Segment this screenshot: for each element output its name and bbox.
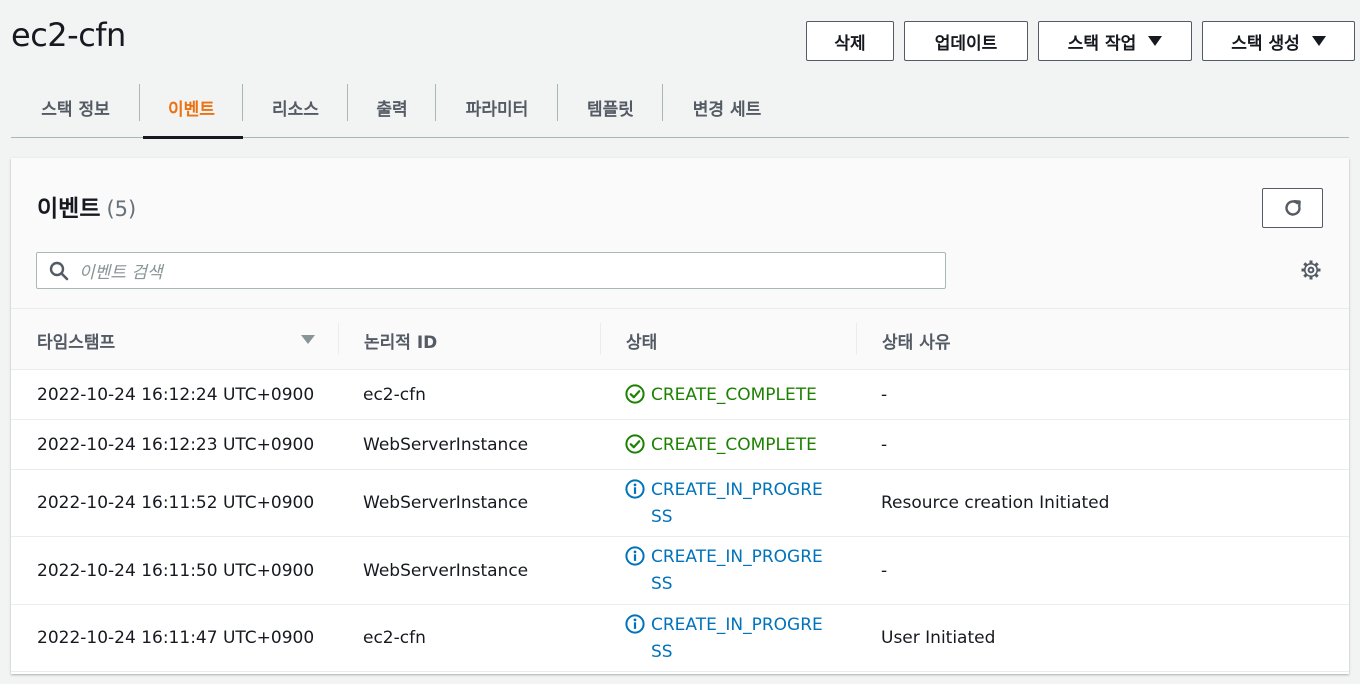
cell-timestamp: 2022-10-24 16:11:47 UTC+0900 (37, 628, 315, 648)
cell-logical-id: WebServerInstance (363, 493, 529, 513)
sort-descending-icon[interactable] (301, 335, 315, 344)
tab-events[interactable]: 이벤트 (140, 76, 243, 139)
status-text: CREATE_IN_PROGRESS (651, 480, 823, 527)
tab-template[interactable]: 템플릿 (558, 76, 663, 138)
tab-change-sets[interactable]: 변경 세트 (663, 76, 791, 138)
info-status-icon (625, 546, 645, 566)
cell-logical-id: ec2-cfn (363, 628, 426, 648)
status-text: CREATE_IN_PROGRESS (651, 547, 823, 594)
header-actions: 삭제 업데이트 스택 작업 스택 생성 (806, 21, 1355, 61)
tab-label: 변경 세트 (692, 99, 762, 120)
preferences-gear-icon[interactable] (1299, 258, 1323, 282)
search-icon (49, 261, 69, 280)
tab-bar: 스택 정보 이벤트 리소스 출력 파라미터 템플릿 변경 세트 (11, 76, 1349, 139)
update-button[interactable]: 업데이트 (904, 21, 1028, 61)
cell-status-reason: - (881, 434, 888, 455)
events-count: (5) (106, 197, 137, 221)
events-table-header: 타임스탬프 논리적 ID 상태 상태 사유 (11, 308, 1349, 370)
cell-status-reason: Resource creation Initiated (881, 493, 1110, 513)
status-text: CREATE_IN_PROGRESS (651, 615, 823, 662)
cell-status: CREATE_COMPLETE (625, 382, 829, 409)
events-table-body: 2022-10-24 16:12:24 UTC+0900 ec2-cfn CRE… (11, 370, 1349, 672)
events-title-text: 이벤트 (37, 196, 101, 222)
success-check-icon (625, 384, 645, 404)
table-row: 2022-10-24 16:12:23 UTC+0900 WebServerIn… (11, 420, 1349, 470)
status-text: CREATE_COMPLETE (651, 385, 817, 405)
events-panel: 이벤트 (5) 이벤트 검색 타임스탬프 논리적 ID 상태 상태 사유 202… (11, 158, 1349, 674)
cell-logical-id: WebServerInstance (363, 560, 529, 581)
cell-status-reason: - (881, 560, 888, 581)
cell-logical-id: ec2-cfn (363, 384, 426, 405)
column-header-timestamp[interactable]: 타임스탬프 (37, 309, 115, 371)
tab-label: 이벤트 (168, 99, 215, 120)
stack-actions-button[interactable]: 스택 작업 (1038, 21, 1192, 61)
table-row: 2022-10-24 16:11:47 UTC+0900 ec2-cfn CRE… (11, 605, 1349, 672)
column-header-logical-id[interactable]: 논리적 ID (364, 309, 437, 371)
events-panel-header: 이벤트 (5) 이벤트 검색 (11, 158, 1349, 308)
search-placeholder: 이벤트 검색 (79, 263, 163, 283)
tab-parameters[interactable]: 파라미터 (436, 76, 558, 138)
tab-label: 파라미터 (465, 99, 529, 120)
tab-outputs[interactable]: 출력 (348, 76, 436, 138)
column-header-status[interactable]: 상태 (626, 309, 657, 371)
caret-down-icon (1148, 36, 1163, 46)
caret-down-icon (1311, 36, 1326, 46)
table-row: 2022-10-24 16:12:24 UTC+0900 ec2-cfn CRE… (11, 370, 1349, 420)
table-row: 2022-10-24 16:11:50 UTC+0900 WebServerIn… (11, 537, 1349, 605)
cell-status-reason: User Initiated (881, 628, 996, 648)
tab-label: 리소스 (272, 99, 319, 120)
cell-timestamp: 2022-10-24 16:12:24 UTC+0900 (37, 384, 315, 405)
cell-timestamp: 2022-10-24 16:12:23 UTC+0900 (37, 434, 315, 455)
page-title: ec2-cfn (11, 16, 126, 54)
column-header-status-reason[interactable]: 상태 사유 (882, 309, 950, 371)
create-stack-button[interactable]: 스택 생성 (1202, 21, 1355, 61)
cell-status-reason: - (881, 384, 888, 405)
table-row: 2022-10-24 16:11:52 UTC+0900 WebServerIn… (11, 470, 1349, 537)
cell-logical-id: WebServerInstance (363, 434, 529, 455)
cell-status: CREATE_IN_PROGRESS (625, 477, 829, 531)
tab-stack-info[interactable]: 스택 정보 (11, 76, 140, 138)
stack-actions-label: 스택 작업 (1067, 33, 1137, 54)
info-status-icon (625, 479, 645, 499)
refresh-button[interactable] (1262, 188, 1323, 228)
cell-status: CREATE_COMPLETE (625, 432, 829, 459)
cell-timestamp: 2022-10-24 16:11:50 UTC+0900 (37, 560, 315, 581)
tab-label: 스택 정보 (41, 99, 110, 120)
cell-status: CREATE_IN_PROGRESS (625, 544, 829, 598)
events-search-input[interactable]: 이벤트 검색 (36, 252, 946, 289)
events-title: 이벤트 (5) (37, 189, 136, 223)
cell-timestamp: 2022-10-24 16:11:52 UTC+0900 (37, 493, 315, 513)
success-check-icon (625, 434, 645, 454)
info-status-icon (625, 614, 645, 634)
tab-label: 출력 (376, 99, 408, 120)
delete-button[interactable]: 삭제 (806, 21, 894, 61)
status-text: CREATE_COMPLETE (651, 435, 817, 455)
refresh-icon (1284, 200, 1301, 216)
cell-status: CREATE_IN_PROGRESS (625, 612, 829, 666)
tab-label: 템플릿 (587, 99, 634, 120)
create-stack-label: 스택 생성 (1231, 33, 1300, 54)
tab-resources[interactable]: 리소스 (243, 76, 348, 138)
